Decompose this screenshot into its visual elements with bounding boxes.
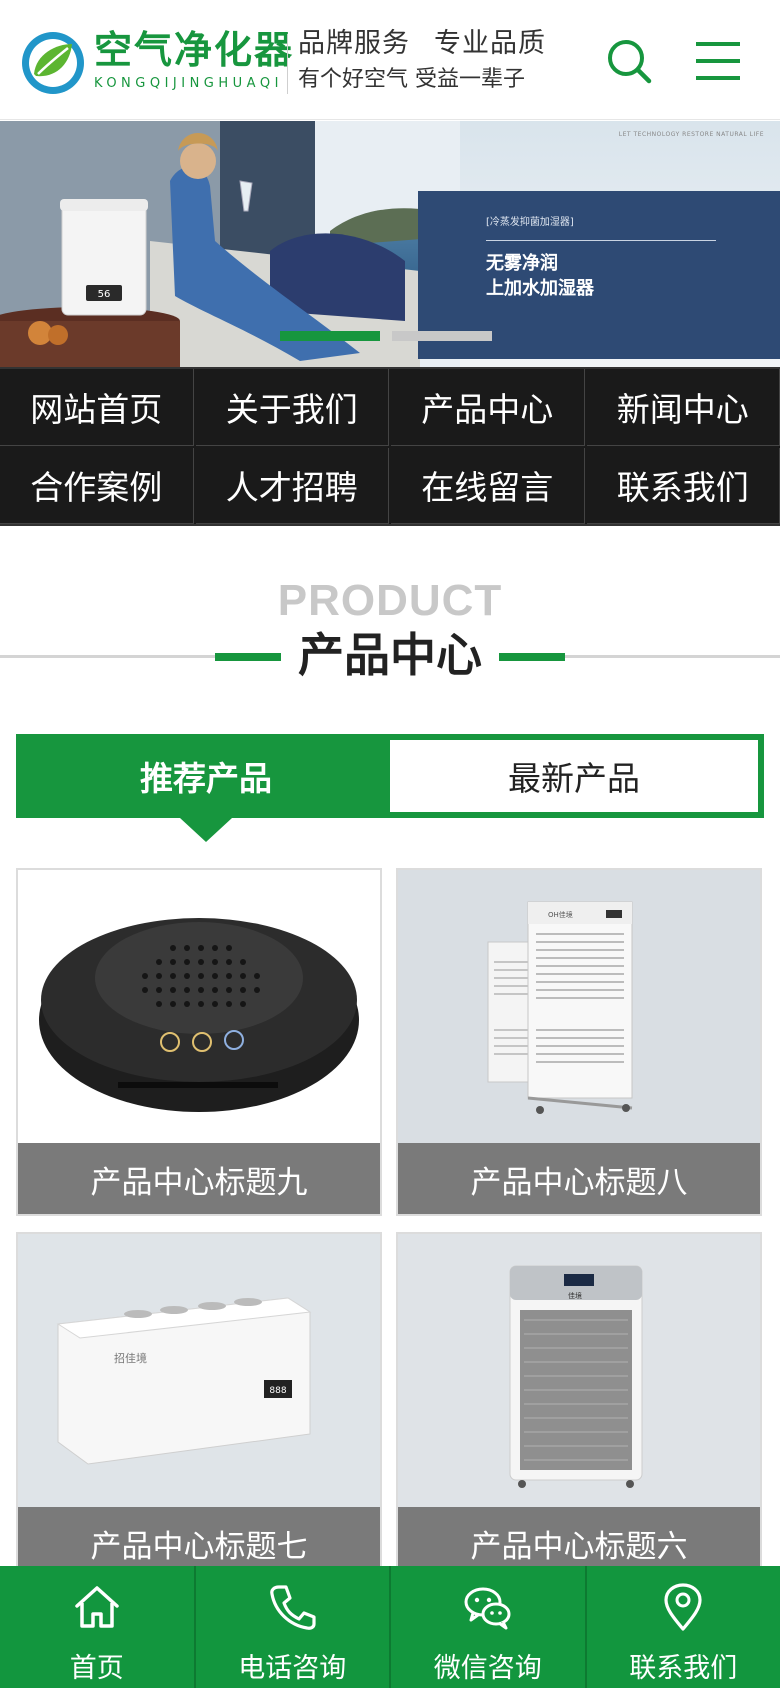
home-icon (75, 1586, 119, 1628)
brand-block[interactable]: 空气净化器 KONGQIJINGHUAQI (94, 28, 294, 91)
tab-newest[interactable]: 最新产品 (390, 740, 758, 812)
bottom-home-label: 首页 (69, 1653, 124, 1684)
banner-headline-2: 上加水加湿器 (486, 278, 594, 299)
section-title-cn: 产品中心 (298, 628, 482, 682)
slogan-tagline: 有个好空气 受益一辈子 (298, 67, 525, 92)
nav-home[interactable]: 网站首页 (0, 369, 194, 446)
nav-about[interactable]: 关于我们 (195, 369, 389, 446)
wechat-icon (464, 1587, 511, 1630)
banner-top-note: LET TECHNOLOGY RESTORE NATURAL LIFE (618, 131, 764, 138)
header-divider (287, 34, 288, 94)
bottom-contact-button[interactable]: 联系我们 (587, 1566, 780, 1688)
device-display-readout: 56 (98, 289, 111, 300)
svg-text:888: 888 (269, 1386, 286, 1396)
product-brand-mark: 招佳境 (114, 1351, 147, 1365)
brand-name: 空气净化器 (94, 28, 295, 72)
product-card[interactable]: 招佳境 888 产品中心标题七 (16, 1232, 382, 1580)
banner-dot-1[interactable] (280, 331, 380, 341)
slogan: 品牌服务 专业品质 有个好空气 受益一辈子 (298, 26, 546, 96)
product-card[interactable]: OH佳境 产品中心标题八 (396, 868, 762, 1216)
logo-leaf-icon[interactable] (20, 30, 86, 96)
nav-news[interactable]: 新闻中心 (586, 369, 780, 446)
hamburger-menu-icon[interactable] (694, 36, 742, 86)
site-header: 空气净化器 KONGQIJINGHUAQI 品牌服务 专业品质 有个好空气 受益一… (0, 0, 780, 120)
tab-recommended[interactable]: 推荐产品 (22, 740, 390, 812)
bottom-home-button[interactable]: 首页 (0, 1566, 196, 1688)
brand-pinyin: KONGQIJINGHUAQI (94, 76, 283, 91)
main-nav-grid: 网站首页 关于我们 产品中心 新闻中心 合作案例 人才招聘 在线留言 联系我们 (0, 367, 780, 526)
product-brand-mark: OH佳境 (548, 910, 573, 919)
bottom-action-bar: 首页 电话咨询 微信咨询 联系我们 (0, 1566, 780, 1688)
product-image-wall-purifier: 招佳境 888 (18, 1234, 380, 1507)
nav-cases[interactable]: 合作案例 (0, 447, 194, 524)
bottom-phone-button[interactable]: 电话咨询 (196, 1566, 391, 1688)
product-brand-mark: 佳境 (568, 1291, 582, 1300)
product-image-tower-purifier: OH佳境 (398, 870, 760, 1143)
banner-dot-2[interactable] (392, 331, 492, 341)
banner-card-divider (486, 240, 716, 241)
nav-contact[interactable]: 联系我们 (586, 447, 780, 524)
bottom-phone-label: 电话咨询 (238, 1653, 347, 1684)
product-card[interactable]: 产品中心标题九 (16, 868, 382, 1216)
banner-tag: [冷蒸发抑菌加湿器] (486, 217, 574, 228)
banner-pagination (280, 331, 492, 341)
phone-icon (270, 1585, 316, 1630)
product-card[interactable]: 佳境 产品中心标题六 (396, 1232, 762, 1580)
product-title[interactable]: 产品中心标题九 (18, 1143, 380, 1214)
product-image-round-purifier (18, 870, 380, 1143)
nav-message[interactable]: 在线留言 (391, 447, 585, 524)
bottom-wechat-button[interactable]: 微信咨询 (391, 1566, 587, 1688)
active-tab-pointer (180, 818, 232, 842)
slogan-brand-service: 品牌服务 (298, 28, 410, 59)
product-tabs: 推荐产品 最新产品 (16, 734, 764, 818)
bottom-contact-label: 联系我们 (629, 1653, 738, 1684)
product-section-title: PRODUCT 产品中心 (0, 575, 780, 695)
nav-careers[interactable]: 人才招聘 (195, 447, 389, 524)
product-title[interactable]: 产品中心标题八 (398, 1143, 760, 1214)
section-title-en: PRODUCT (277, 576, 503, 625)
slogan-quality: 专业品质 (434, 28, 546, 59)
banner-headline-1: 无雾净润 (486, 253, 558, 274)
bottom-wechat-label: 微信咨询 (433, 1653, 542, 1684)
location-pin-icon (664, 1583, 702, 1631)
hero-banner[interactable]: 56 LET TECHNOLOGY RESTORE NATURAL LIFE [… (0, 121, 780, 367)
search-icon[interactable] (604, 36, 654, 86)
nav-products[interactable]: 产品中心 (391, 369, 585, 446)
product-image-standing-purifier: 佳境 (398, 1234, 760, 1507)
